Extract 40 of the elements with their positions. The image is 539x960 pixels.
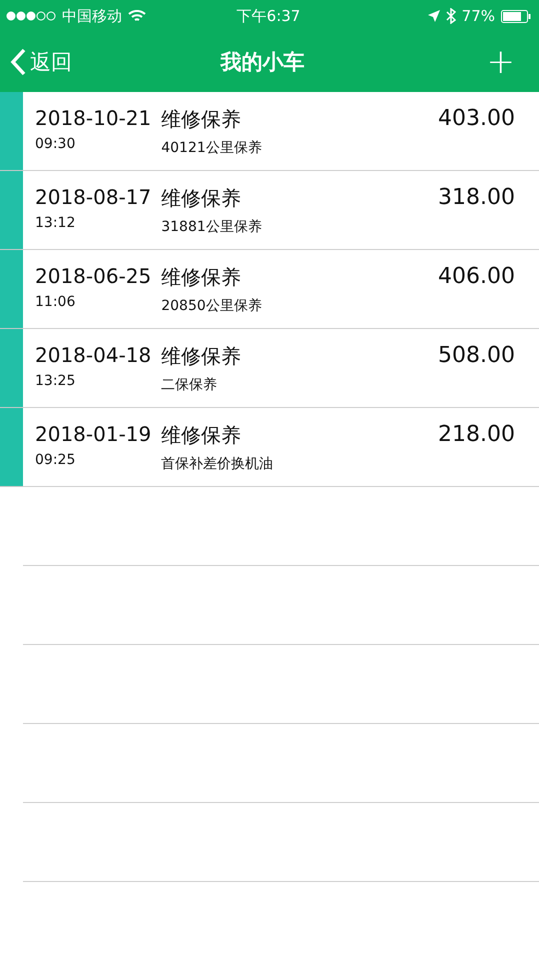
- location-arrow-icon: [428, 10, 440, 22]
- record-amount: 218.00: [438, 422, 515, 449]
- record-date: 2018-10-21: [35, 106, 152, 130]
- record-amount: 406.00: [438, 264, 515, 291]
- record-amount: 508.00: [438, 343, 515, 370]
- battery-percent: 77%: [462, 7, 495, 25]
- record-note: 40121公里保养: [161, 139, 262, 157]
- record-time: 11:06: [35, 294, 76, 310]
- chevron-left-icon: [10, 48, 26, 76]
- record-row[interactable]: 2018-10-21 09:30 维修保养 40121公里保养 403.00: [0, 92, 539, 171]
- carrier-name: 中国移动: [62, 6, 122, 26]
- record-date: 2018-06-25: [35, 264, 152, 288]
- record-row[interactable]: 2018-01-19 09:25 维修保养 首保补差价换机油 218.00: [0, 408, 539, 487]
- signal-icon: [6, 11, 56, 21]
- wifi-icon: [128, 10, 146, 22]
- record-type: 维修保养: [161, 185, 242, 212]
- battery-icon: [501, 10, 531, 22]
- record-date: 2018-04-18: [35, 343, 152, 367]
- record-amount: 318.00: [438, 185, 515, 212]
- record-row[interactable]: 2018-08-17 13:12 维修保养 31881公里保养 318.00: [0, 171, 539, 250]
- record-note: 20850公里保养: [161, 297, 262, 315]
- record-date: 2018-08-17: [35, 185, 152, 209]
- record-type: 维修保养: [161, 422, 242, 449]
- record-note: 首保补差价换机油: [161, 455, 274, 473]
- record-time: 09:30: [35, 136, 76, 152]
- record-row[interactable]: 2018-06-25 11:06 维修保养 20850公里保养 406.00: [0, 250, 539, 329]
- record-time: 13:25: [35, 373, 76, 389]
- record-note: 二保保养: [161, 376, 218, 394]
- clock-time: 下午6:37: [236, 6, 300, 26]
- record-type: 维修保养: [161, 343, 242, 370]
- record-date: 2018-01-19: [35, 422, 152, 446]
- page-title: 我的小车: [220, 49, 304, 76]
- record-row[interactable]: 2018-04-18 13:25 维修保养 二保保养 508.00: [0, 329, 539, 408]
- record-time: 13:12: [35, 215, 76, 231]
- record-type: 维修保养: [161, 106, 242, 133]
- record-note: 31881公里保养: [161, 218, 262, 236]
- record-time: 09:25: [35, 452, 76, 468]
- bluetooth-icon: [446, 8, 456, 24]
- record-amount: 403.00: [438, 106, 515, 133]
- record-type: 维修保养: [161, 264, 242, 291]
